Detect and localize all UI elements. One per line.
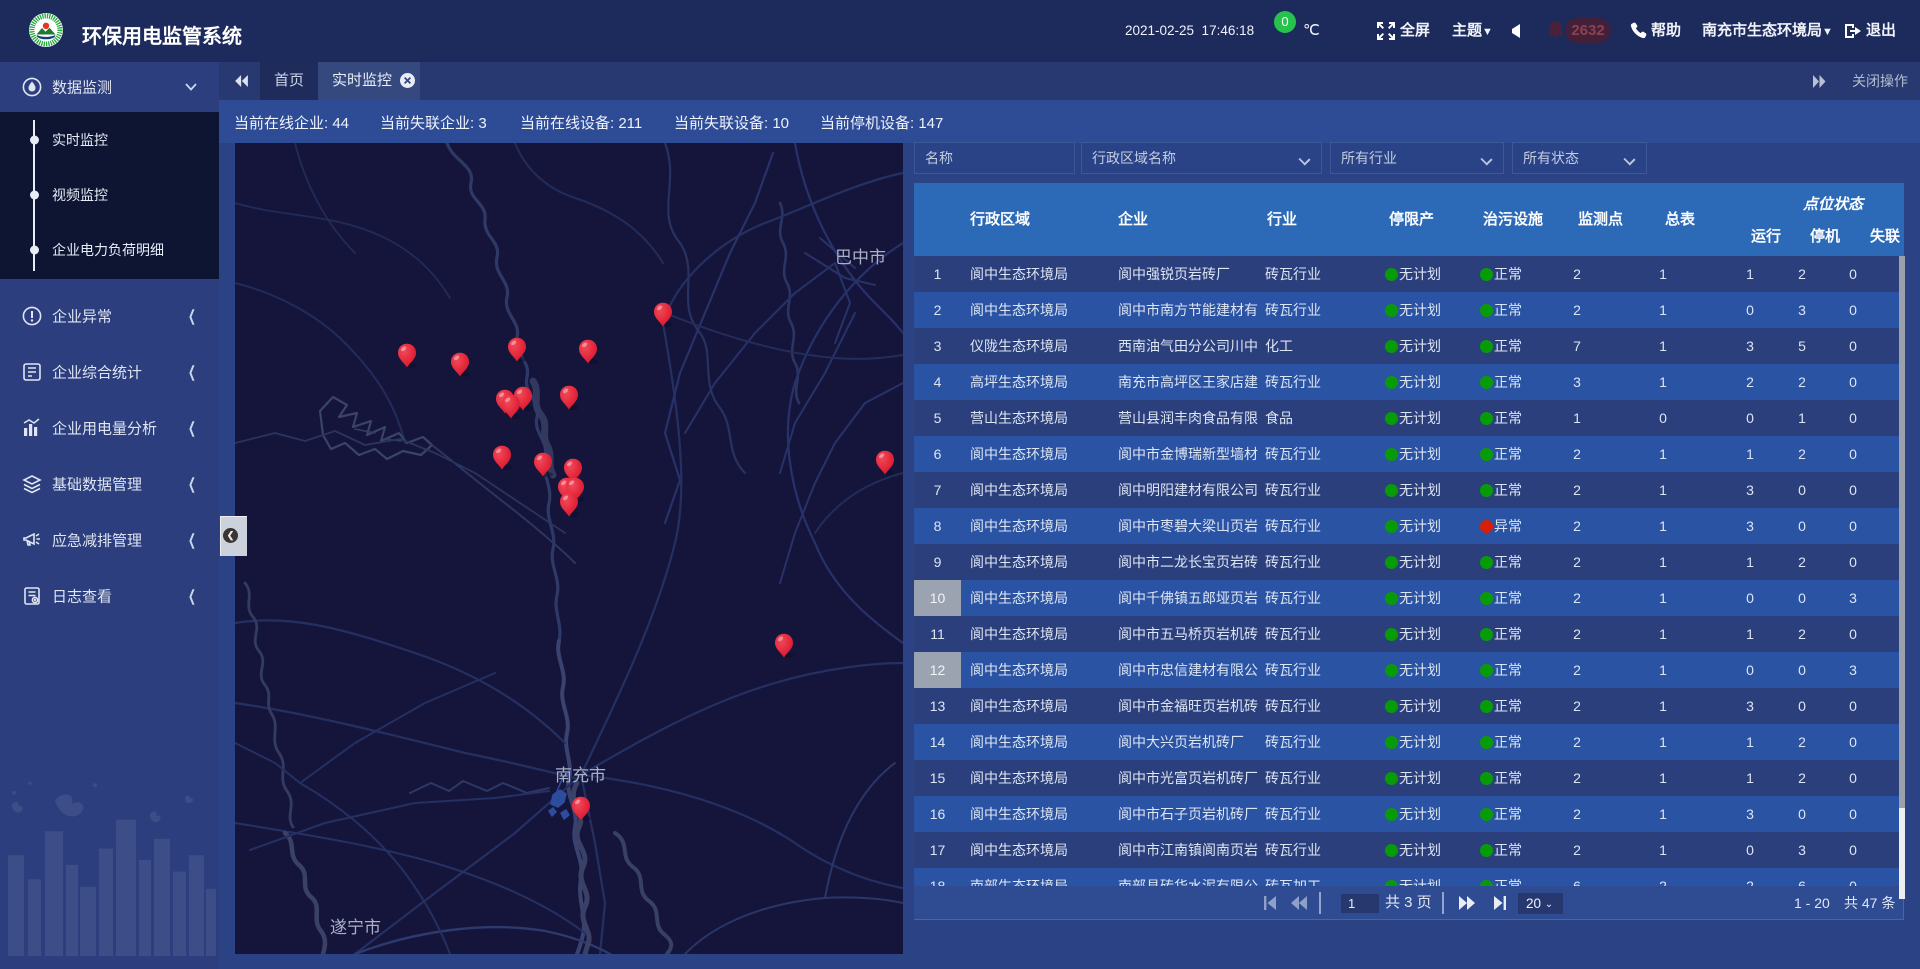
svg-text:巴中市: 巴中市 (835, 248, 886, 267)
svg-text:遂宁市: 遂宁市 (330, 918, 381, 937)
svg-text:南充市: 南充市 (555, 766, 606, 785)
